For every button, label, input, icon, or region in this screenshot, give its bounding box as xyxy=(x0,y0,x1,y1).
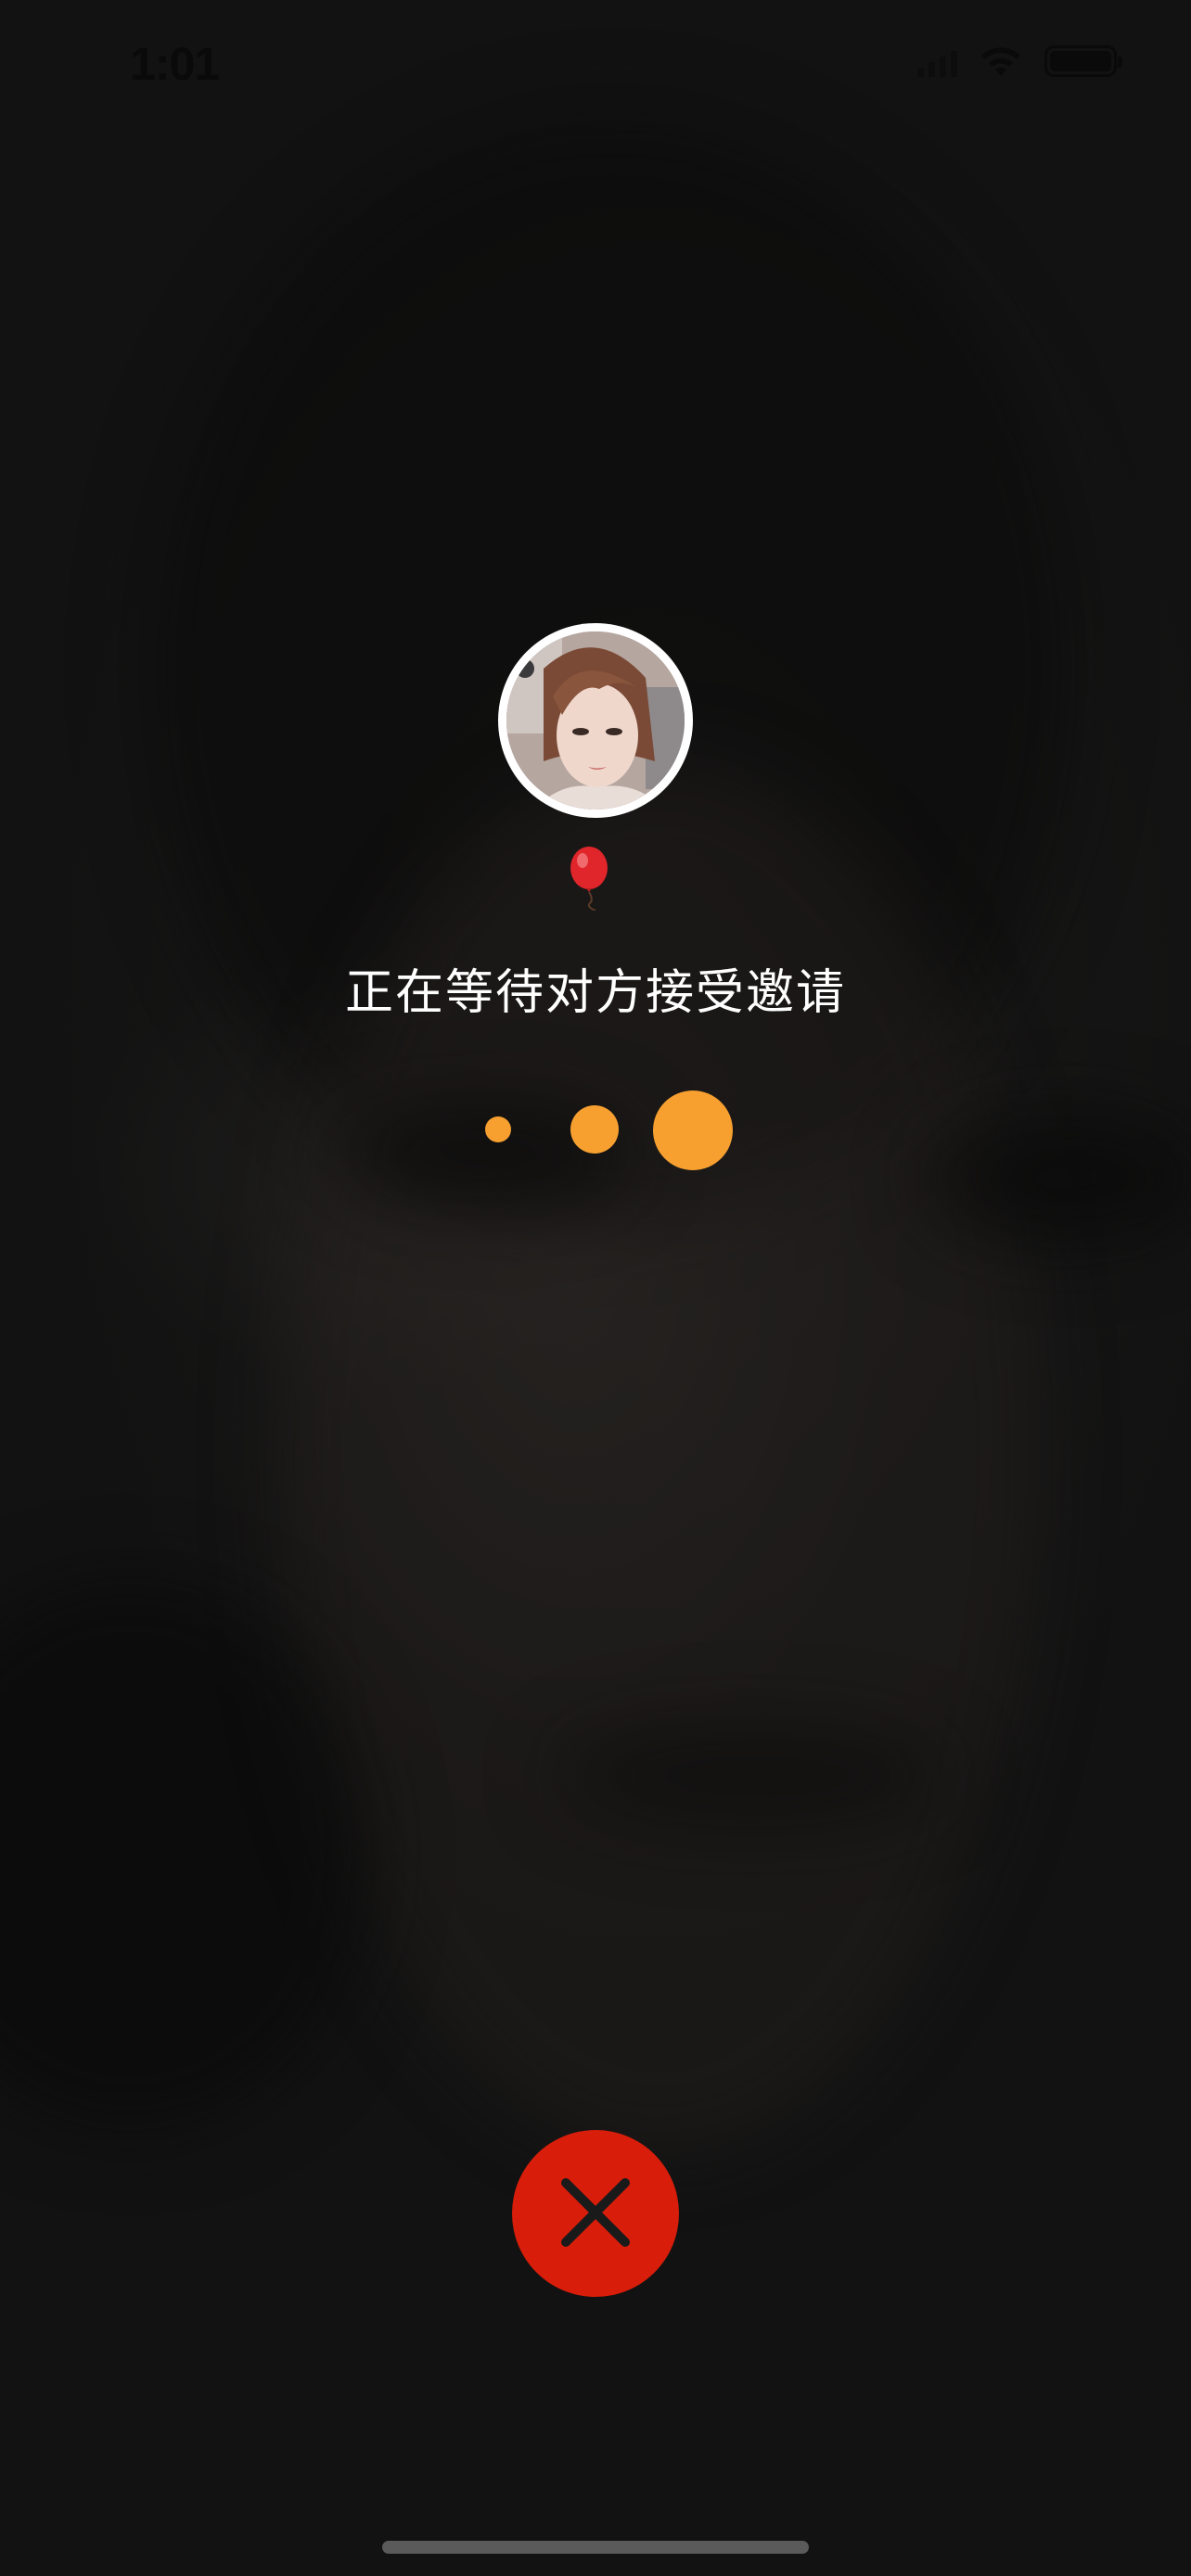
call-waiting-screen: 1:01 正在等待对方接受邀请 xyxy=(0,0,1191,2576)
background-blur-eye-right xyxy=(928,1113,1191,1243)
loading-dot-small xyxy=(485,1116,511,1142)
status-icons xyxy=(917,45,1122,78)
waiting-status-text: 正在等待对方接受邀请 xyxy=(344,966,846,1020)
background-blur-lips xyxy=(557,1725,946,1827)
cellular-signal-icon xyxy=(917,45,957,77)
home-indicator[interactable] xyxy=(382,2541,809,2554)
loading-dot-large xyxy=(653,1090,733,1170)
red-balloon-icon xyxy=(564,846,620,912)
background-blur-hair-left xyxy=(0,1576,371,2133)
wifi-icon xyxy=(978,45,1024,78)
close-icon xyxy=(557,2174,634,2254)
contact-avatar xyxy=(498,623,693,818)
status-time: 1:01 xyxy=(130,38,220,90)
status-bar: 1:01 xyxy=(0,0,1191,130)
cancel-call-button[interactable] xyxy=(512,2130,679,2297)
loading-dot-medium xyxy=(570,1105,619,1154)
battery-icon xyxy=(1044,45,1122,77)
